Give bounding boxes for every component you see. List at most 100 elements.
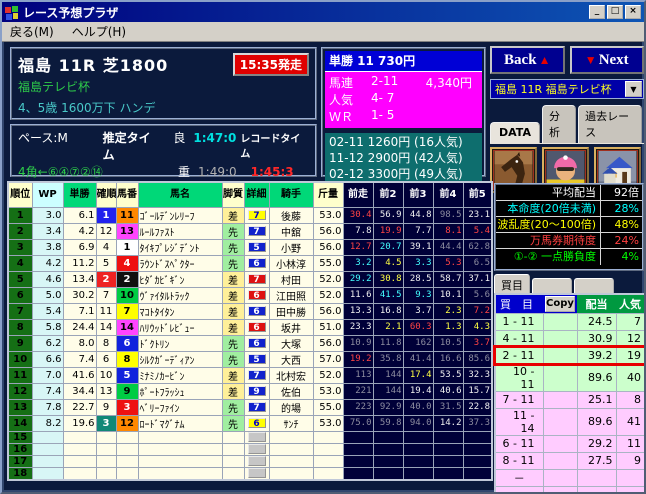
table-row[interactable]: 13 7.8 22.7 9 3 ﾍﾞﾘｰﾌｧｲﾝ先 7 的場 55.0 223 92.9 40.0 31… — [7, 398, 493, 416]
table-row[interactable]: 6 5.0 30.2 7 10 ｳﾞｧｲﾀﾙﾄﾗｯｸ差 6 江田照 52.0 11.6 41.5 9.… — [7, 286, 493, 304]
kakujun-cell: 14 — [95, 318, 117, 336]
heavy-track-time: 1:49:0 — [198, 165, 237, 179]
stat-value: 4% — [600, 249, 642, 265]
tab-data[interactable]: DATA — [490, 122, 540, 143]
weight-cell: 56.0 — [312, 222, 344, 240]
horse-name-cell: ｼﾙｸｶﾞｰﾃﾞｨｱﾝ — [137, 350, 223, 368]
detail-cell: 5 — [243, 238, 270, 256]
table-row[interactable]: 18 — [7, 466, 493, 480]
kaime-row[interactable]: 4 - 11 30.9 12 — [494, 329, 644, 348]
tab-analysis[interactable]: 分析 — [541, 105, 577, 143]
col-header-detail[interactable]: 詳細 — [243, 181, 270, 208]
table-row[interactable]: 17 — [7, 454, 493, 468]
detail-button[interactable]: 7 — [247, 369, 266, 381]
prev-race-cell: 5.6 — [462, 286, 493, 304]
umaban-cell: 7 — [115, 302, 139, 320]
back-button[interactable]: Back ▲ — [490, 46, 565, 74]
prev-race-cell: 3.7 — [402, 302, 434, 320]
kaime-row[interactable]: 8 - 11 27.5 9 — [494, 451, 644, 470]
table-row[interactable]: 12 7.4 34.4 13 9 ﾎﾟｰﾄﾌﾗｯｼｭ差 9 佐伯 53.0 221 144 19.4 4… — [7, 382, 493, 400]
table-row[interactable]: 1 3.0 6.1 1 11 ｺﾞｰﾙﾃﾞﾝﾚﾘｰﾌ差 7 後藤 53.0 30.4 56.9 44.… — [7, 206, 493, 224]
chevron-down-icon[interactable]: ▼ — [625, 81, 642, 97]
detail-button[interactable]: 6 — [247, 257, 266, 269]
maximize-button[interactable]: □ — [607, 5, 623, 19]
detail-button[interactable]: 7 — [247, 209, 266, 221]
table-row[interactable]: 4 4.2 11.2 5 4 ﾗｳﾝﾄﾞｽﾍﾟｸﾀｰ先 6 小林淳 55.0 3.2 4.5 3.3 5… — [7, 254, 493, 272]
detail-button[interactable]: 9 — [247, 385, 266, 397]
kaime-row[interactable]: 10 - 11 89.6 40 — [494, 363, 644, 392]
menu-bar: 戻る(M) ヘルプ(H) — [2, 22, 644, 42]
rank-cell: 15 — [7, 430, 33, 444]
kaime-payout-cell — [576, 468, 617, 487]
table-row[interactable]: 5 4.6 13.4 2 2 ﾋﾀﾞｶﾋﾞｷﾞﾝ差 7 村田 52.0 29.2 30.8 28.5 5… — [7, 270, 493, 288]
kaime-header-row: 買 目 Copy 配当 人気 — [495, 294, 644, 313]
kaime-row[interactable]: 1 - 11 24.5 7 — [494, 312, 644, 331]
next-button[interactable]: ▼ Next — [569, 46, 644, 74]
detail-cell — [243, 454, 270, 468]
kaime-row-highlighted[interactable]: 2 - 11 39.2 19 — [493, 345, 644, 366]
rank-cell: 11 — [7, 366, 33, 384]
detail-button[interactable]: 6 — [247, 321, 266, 333]
umaban-cell: 11 — [115, 206, 139, 224]
col-header-jockey[interactable]: 騎手 — [268, 181, 314, 208]
kaime-row[interactable]: 6 - 11 29.2 11 — [494, 434, 644, 453]
kakujun-cell — [95, 454, 117, 468]
weight-cell: 56.0 — [312, 238, 344, 256]
col-header-tansho[interactable]: 単勝 — [62, 181, 97, 208]
detail-button[interactable]: 6 — [247, 305, 266, 317]
table-row[interactable]: 7 5.4 7.1 11 7 ﾏｺﾄﾀｲﾀﾝ差 6 田中勝 56.0 13.3 16.8 3.7 2.3… — [7, 302, 493, 320]
kaime-combo-cell: 1 - 11 — [494, 312, 544, 331]
detail-button[interactable]: 7 — [247, 273, 266, 285]
close-button[interactable]: × — [625, 5, 641, 19]
prev-race-cell: 144 — [372, 366, 404, 384]
col-header-horse-name[interactable]: 馬名 — [137, 181, 223, 208]
table-row[interactable]: 10 6.6 7.4 6 8 ｼﾙｸｶﾞｰﾃﾞｨｱﾝ先 5 大西 57.0 19.2 35.8 41.… — [7, 350, 493, 368]
detail-button[interactable]: 5 — [247, 241, 266, 253]
kaime-row[interactable]: 11 - 14 89.6 41 — [494, 407, 644, 436]
estimate-time-label: 推定タイム — [102, 131, 151, 162]
kaime-row[interactable]: － — [494, 485, 644, 492]
prev-race-cell: 13.3 — [342, 302, 374, 320]
detail-button[interactable]: 5 — [247, 353, 266, 365]
copy-button[interactable]: Copy — [545, 295, 575, 312]
tab-kaime[interactable]: 買目 — [494, 274, 530, 295]
stat-row: 平均配当 92倍 — [496, 185, 642, 201]
prev-race-cell: 60.3 — [402, 318, 434, 336]
detail-button[interactable] — [247, 456, 266, 466]
detail-button[interactable] — [247, 467, 266, 478]
table-row[interactable]: 9 6.2 8.0 8 6 ﾄﾞｸﾄﾘﾝ先 6 大塚 56.0 10.9 11.8 162 10.5 3.… — [7, 334, 493, 352]
wp-cell: 7.8 — [31, 398, 64, 416]
race-select-dropdown[interactable]: 福島 11R 福島テレビ杯 ▼ — [490, 79, 644, 99]
table-row[interactable]: 14 8.2 19.6 3 12 ﾛｰﾄﾞﾏｸﾞﾅﾑ先 6 ｻﾝﾁ 53.0 75.0 59.8 94… — [7, 414, 493, 432]
umaban-cell: 1 — [115, 238, 139, 256]
detail-button[interactable]: 7 — [247, 225, 266, 237]
wr-combo: 1- 5 — [371, 108, 395, 122]
kaime-row[interactable]: 7 - 11 25.1 8 — [494, 390, 644, 409]
wp-cell: 4.2 — [31, 254, 64, 272]
table-row[interactable]: 16 — [7, 442, 493, 456]
menu-back[interactable]: 戻る(M) — [10, 23, 54, 40]
detail-button[interactable]: 6 — [247, 337, 266, 349]
horse-name-cell — [137, 430, 223, 444]
minimize-button[interactable]: _ — [589, 5, 605, 19]
running-style-cell: 差 — [221, 206, 245, 224]
table-row[interactable]: 8 5.8 24.4 14 14 ﾊﾘｳｯﾄﾞﾚﾋﾞｭｰ差 6 坂井 51.0 23.3 2.1 60… — [7, 318, 493, 336]
kaime-row[interactable]: － — [494, 468, 644, 487]
table-row[interactable]: 11 7.0 41.6 10 5 ﾐﾅﾐﾉｶｰﾋﾞﾝ差 7 北村宏 52.0 113 144 17.4… — [7, 366, 493, 384]
col-header-kakujun: 確順 — [95, 181, 117, 208]
detail-button[interactable]: 6 — [247, 417, 266, 429]
tansho-odds-cell: 22.7 — [62, 398, 97, 416]
menu-help[interactable]: ヘルプ(H) — [72, 23, 126, 40]
detail-button[interactable]: 6 — [247, 289, 266, 301]
table-row[interactable]: 2 3.4 4.2 12 13 ﾙｰﾙﾌｧｽﾄ先 7 中舘 56.0 7.8 19.9 7.7 8.1 5… — [7, 222, 493, 240]
tab-past-races[interactable]: 過去レース — [578, 105, 642, 143]
table-row[interactable]: 3 3.8 6.9 4 1 ﾀｲｷﾌﾟﾚｼﾞﾃﾞﾝﾄ先 5 小野 56.0 12.7 20.7 39.… — [7, 238, 493, 256]
tansho-odds-cell: 41.6 — [62, 366, 97, 384]
table-row[interactable]: 15 — [7, 430, 493, 444]
detail-button[interactable] — [247, 432, 266, 442]
prev-race-cell: 1.3 — [432, 318, 464, 336]
kaime-payout-cell: 39.2 — [576, 346, 617, 365]
prev-race-cell: 92.9 — [372, 398, 404, 416]
detail-button[interactable] — [247, 444, 266, 454]
detail-button[interactable]: 7 — [247, 401, 266, 413]
